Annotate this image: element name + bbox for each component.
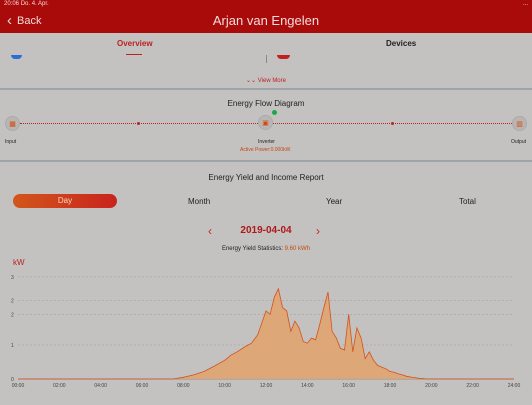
x-tick-label: 18:00	[384, 383, 397, 389]
y-tick-label: 2	[11, 312, 14, 318]
input-icon[interactable]: ▦	[5, 116, 20, 131]
y-tick-label: 3	[11, 275, 14, 281]
tab-devices[interactable]: Devices	[386, 39, 416, 48]
status-time: 20:06 Do. 4. Apr.	[4, 1, 49, 7]
input-label: Input	[5, 139, 17, 145]
double-chevron-down-icon: ⌄⌄	[246, 78, 257, 84]
report-title: Energy Yield and Income Report	[208, 173, 324, 182]
y-tick-label: 1	[11, 343, 14, 349]
next-date-chevron-right-icon[interactable]: ›	[316, 224, 320, 238]
segment-year[interactable]: Year	[326, 197, 342, 206]
red-indicator-icon	[277, 55, 290, 59]
inverter-icon[interactable]: ▣	[258, 115, 273, 130]
x-tick-label: 08:00	[177, 383, 190, 389]
x-tick-label: 10:00	[218, 383, 231, 389]
x-tick-label: 00:00	[12, 383, 25, 389]
energy-flow-section: Energy Flow Diagram ▦ Input ▣ Inverter A…	[0, 92, 532, 157]
active-power-value: Active Power:0.000kW	[240, 147, 291, 153]
x-tick-label: 12:00	[260, 383, 273, 389]
segment-month[interactable]: Month	[188, 197, 210, 206]
x-tick-label: 04:00	[94, 383, 107, 389]
page-title: Arjan van Engelen	[212, 13, 320, 28]
y-tick-label: 2	[11, 299, 14, 305]
x-tick-label: 02:00	[53, 383, 66, 389]
nav-bar: ‹ Back Arjan van Engelen	[0, 9, 532, 33]
status-bar: 20:06 Do. 4. Apr. ...	[0, 0, 532, 9]
flow-dot	[137, 122, 140, 125]
summary-divider	[266, 55, 267, 63]
online-status-icon	[272, 110, 277, 115]
x-tick-label: 06:00	[136, 383, 149, 389]
output-label: Output	[511, 139, 527, 145]
x-tick-label: 14:00	[301, 383, 314, 389]
flow-dot	[391, 122, 394, 125]
tab-bar: Overview Devices	[0, 33, 532, 55]
segment-day[interactable]: Day	[13, 194, 117, 208]
section-divider	[0, 88, 532, 90]
date-selector: ‹ 2019-04-04 ›	[0, 224, 532, 238]
y-axis-label: kW	[13, 258, 25, 267]
summary-panel: ⌄⌄ View More	[0, 55, 532, 88]
tab-overview[interactable]: Overview	[117, 39, 153, 48]
energy-flow-title: Energy Flow Diagram	[227, 99, 305, 108]
segment-total[interactable]: Total	[459, 197, 476, 206]
selected-date[interactable]: 2019-04-04	[0, 224, 532, 238]
section-divider	[0, 160, 532, 162]
view-more-link[interactable]: ⌄⌄ View More	[0, 77, 532, 84]
blue-indicator-icon	[11, 55, 22, 59]
status-indicators: ...	[522, 1, 528, 7]
x-tick-label: 22:00	[466, 383, 479, 389]
energy-chart: kW 0 1 2 2 3 00:00 02:00 04:00 06:00 08:00 10:00 12…	[0, 252, 532, 400]
inverter-label: Inverter	[258, 139, 275, 145]
x-tick-label: 24:00	[508, 383, 521, 389]
x-tick-label: 20:00	[425, 383, 438, 389]
x-tick-label: 16:00	[342, 383, 355, 389]
energy-chart-svg: 0122300:00 02:00 04:00 06:00 08:00 10:00 12:00…	[11, 275, 521, 389]
series-area	[18, 288, 514, 379]
output-icon[interactable]: ▥	[512, 116, 527, 131]
